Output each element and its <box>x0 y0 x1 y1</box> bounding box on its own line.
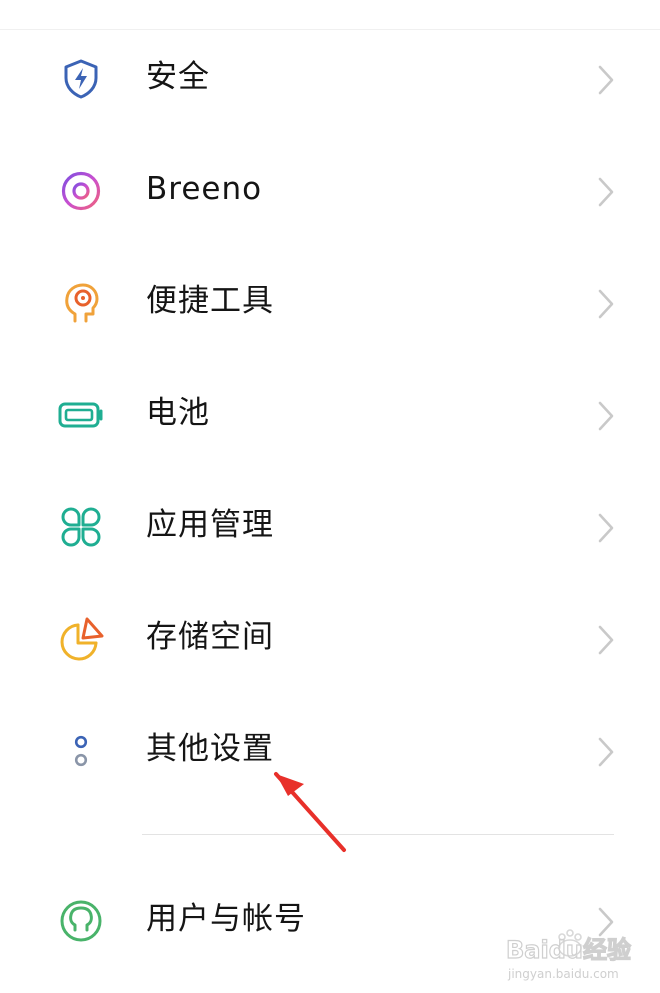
settings-item-storage[interactable]: 存储空间 <box>0 580 660 692</box>
battery-icon <box>58 392 104 438</box>
watermark-brand-text: Baidu经验 <box>506 936 631 964</box>
settings-item-label: 用户与帐号 <box>146 901 306 937</box>
head-target-icon <box>58 280 104 326</box>
four-petal-icon <box>58 504 104 550</box>
settings-item-label: 应用管理 <box>146 507 274 543</box>
chevron-right-icon <box>596 736 616 768</box>
chevron-right-icon <box>596 624 616 656</box>
chevron-right-icon <box>596 64 616 96</box>
settings-item-app-management[interactable]: 应用管理 <box>0 468 660 580</box>
settings-item-label: 存储空间 <box>146 619 274 655</box>
settings-item-label: 安全 <box>146 59 210 95</box>
settings-item-breeno[interactable]: Breeno <box>0 132 660 244</box>
pie-chart-icon <box>58 616 104 662</box>
chevron-right-icon <box>596 176 616 208</box>
settings-item-convenience-tools[interactable]: 便捷工具 <box>0 244 660 356</box>
user-circle-icon <box>58 898 104 944</box>
chevron-right-icon <box>596 400 616 432</box>
baidu-watermark: Baidu经验 jingyan.baidu.com <box>504 928 654 983</box>
settings-item-label: Breeno <box>146 171 263 207</box>
settings-item-battery[interactable]: 电池 <box>0 356 660 468</box>
settings-item-label: 电池 <box>146 395 210 431</box>
watermark-url-text: jingyan.baidu.com <box>507 967 619 981</box>
chevron-right-icon <box>596 512 616 544</box>
section-divider <box>142 834 614 835</box>
chevron-right-icon <box>596 288 616 320</box>
two-dots-icon <box>58 728 104 774</box>
settings-item-security[interactable]: 安全 <box>0 20 660 132</box>
shield-bolt-icon <box>58 56 104 102</box>
settings-item-label: 其他设置 <box>146 731 274 767</box>
annotation-arrow <box>260 760 360 860</box>
breeno-ring-icon <box>58 168 104 214</box>
settings-item-label: 便捷工具 <box>146 283 274 319</box>
